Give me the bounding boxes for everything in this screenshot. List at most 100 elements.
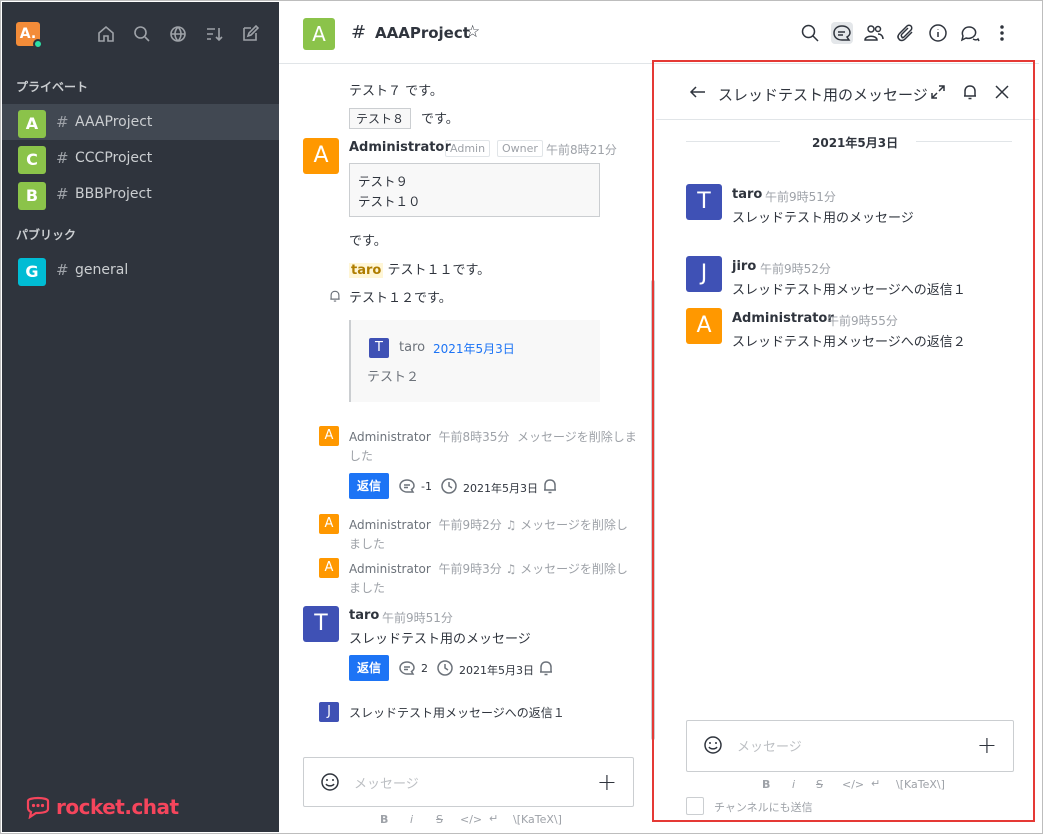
room-name: CCCProject: [75, 150, 153, 166]
reply-count: -1: [421, 480, 432, 493]
info-icon[interactable]: [927, 22, 949, 44]
avatar[interactable]: T: [303, 606, 339, 642]
kebab-menu-icon[interactable]: [991, 22, 1013, 44]
room-avatar: B: [18, 182, 46, 210]
room-private-icon: #: [56, 185, 69, 203]
threads-icon[interactable]: [831, 22, 853, 44]
avatar: A: [319, 426, 339, 446]
room-name: general: [75, 262, 129, 278]
home-icon[interactable]: [96, 24, 116, 44]
system-text: メッセージを削除し: [520, 562, 628, 576]
online-status-dot: [33, 39, 43, 49]
system-text: ました: [349, 581, 386, 595]
room-name: AAAProject: [75, 114, 153, 130]
system-text: メッセージを削除しま: [517, 430, 637, 444]
system-text: した: [349, 449, 374, 463]
quoted-message[interactable]: T taro 2021年5月3日 テスト２: [349, 320, 600, 402]
bell-icon: ♫: [505, 518, 517, 532]
inline-code: テスト８: [349, 108, 412, 129]
message-time: 午前9時51分: [382, 611, 453, 625]
avatar: A: [319, 558, 339, 578]
search-icon[interactable]: [799, 22, 821, 44]
room-private-icon: #: [351, 22, 367, 43]
system-author: Administrator: [349, 562, 431, 576]
system-message: Administrator 午前8時35分 メッセージを削除しま: [349, 428, 637, 445]
code-block: テスト９ テスト１０: [349, 163, 600, 217]
thread-icon: [398, 477, 416, 495]
user-mention[interactable]: taro: [349, 263, 384, 278]
format-bold-button[interactable]: B: [380, 813, 388, 826]
reply-count: 2: [421, 662, 428, 675]
enter-icon[interactable]: ↵: [489, 812, 498, 825]
reply-button[interactable]: 返信: [349, 473, 390, 499]
mention-after-text: テスト１１です。: [387, 263, 491, 278]
message-text: です。: [349, 234, 387, 249]
message-list[interactable]: テスト７ です。 テスト８ です。 A Administrator Admin …: [279, 64, 655, 754]
quote-author: taro: [399, 340, 426, 355]
message-text: テスト１２です。: [349, 291, 452, 306]
system-author: Administrator: [349, 518, 431, 532]
format-katex-button[interactable]: \[KaTeX\]: [513, 813, 562, 826]
message-time: 午前9時3分: [438, 562, 502, 576]
create-new-icon[interactable]: [240, 24, 260, 44]
sidebar-item-aaaproject[interactable]: A # AAAProject: [2, 104, 279, 140]
sidebar-item-bbbproject[interactable]: B # BBBProject: [2, 176, 279, 212]
system-author: Administrator: [349, 430, 431, 444]
reply-button[interactable]: 返信: [349, 655, 390, 681]
message-time: 午前8時35分: [438, 430, 510, 444]
quote-text: テスト２: [367, 370, 420, 385]
clock-icon: [436, 659, 454, 677]
message-text: です。: [421, 112, 459, 127]
favorite-star-icon[interactable]: ☆: [465, 22, 480, 42]
quote-date-link[interactable]: 2021年5月3日: [433, 340, 515, 357]
plus-actions-icon[interactable]: +: [597, 768, 617, 796]
room-avatar: C: [18, 146, 46, 174]
system-text: ました: [349, 537, 386, 551]
highlight-box: [652, 60, 1035, 822]
search-icon[interactable]: [132, 24, 152, 44]
members-icon[interactable]: [863, 22, 885, 44]
room-avatar: G: [18, 258, 46, 286]
sort-icon[interactable]: [204, 24, 224, 44]
sidebar: A. プライベート A # AAAProject C # CCCProject …: [2, 2, 279, 832]
user-avatar[interactable]: A.: [16, 22, 43, 49]
sidebar-item-cccproject[interactable]: C # CCCProject: [2, 140, 279, 176]
discussion-icon[interactable]: [959, 22, 981, 44]
format-code-button[interactable]: </>: [460, 813, 482, 826]
room-public-icon: #: [56, 261, 69, 279]
rocket-chat-logo-icon: [26, 796, 50, 819]
format-italic-button[interactable]: i: [410, 813, 413, 826]
logo-text: rocket.chat: [56, 795, 179, 819]
message-text: テスト７ です。: [349, 84, 443, 99]
section-private: プライベート: [16, 80, 89, 94]
room-private-icon: #: [56, 113, 69, 131]
room-header: A # AAAProject ☆: [279, 2, 1039, 64]
avatar[interactable]: A: [303, 138, 339, 174]
message-text: スレッドテスト用のメッセージ: [349, 632, 531, 647]
bell-icon[interactable]: [537, 659, 555, 677]
last-reply-date: 2021年5月3日: [463, 482, 538, 495]
thread-reply-preview[interactable]: スレッドテスト用メッセージへの返信１: [349, 704, 565, 721]
role-tag-admin: Admin: [445, 140, 491, 157]
message-author[interactable]: taro: [349, 608, 379, 623]
avatar: A: [319, 514, 339, 534]
bell-icon: [328, 288, 342, 302]
message-author[interactable]: Administrator: [349, 140, 451, 155]
directory-globe-icon[interactable]: [168, 24, 188, 44]
message-composer[interactable]: メッセージ +: [303, 757, 634, 807]
emoji-picker-icon[interactable]: [319, 771, 341, 793]
sidebar-toolbar: A.: [2, 2, 279, 64]
message-text: taro テスト１１です。: [349, 259, 490, 278]
room-avatar: A: [18, 110, 46, 138]
room-title: AAAProject: [375, 24, 470, 42]
section-public: パブリック: [16, 228, 77, 242]
attachment-clip-icon[interactable]: [895, 22, 917, 44]
bell-icon[interactable]: [541, 477, 559, 495]
code-line: テスト９: [358, 174, 409, 189]
message-input[interactable]: メッセージ: [354, 773, 419, 792]
clock-icon: [440, 477, 458, 495]
format-strike-button[interactable]: S: [436, 813, 443, 826]
room-name: BBBProject: [75, 186, 152, 202]
last-reply-date: 2021年5月3日: [459, 664, 534, 677]
sidebar-item-general[interactable]: G # general: [2, 252, 279, 288]
